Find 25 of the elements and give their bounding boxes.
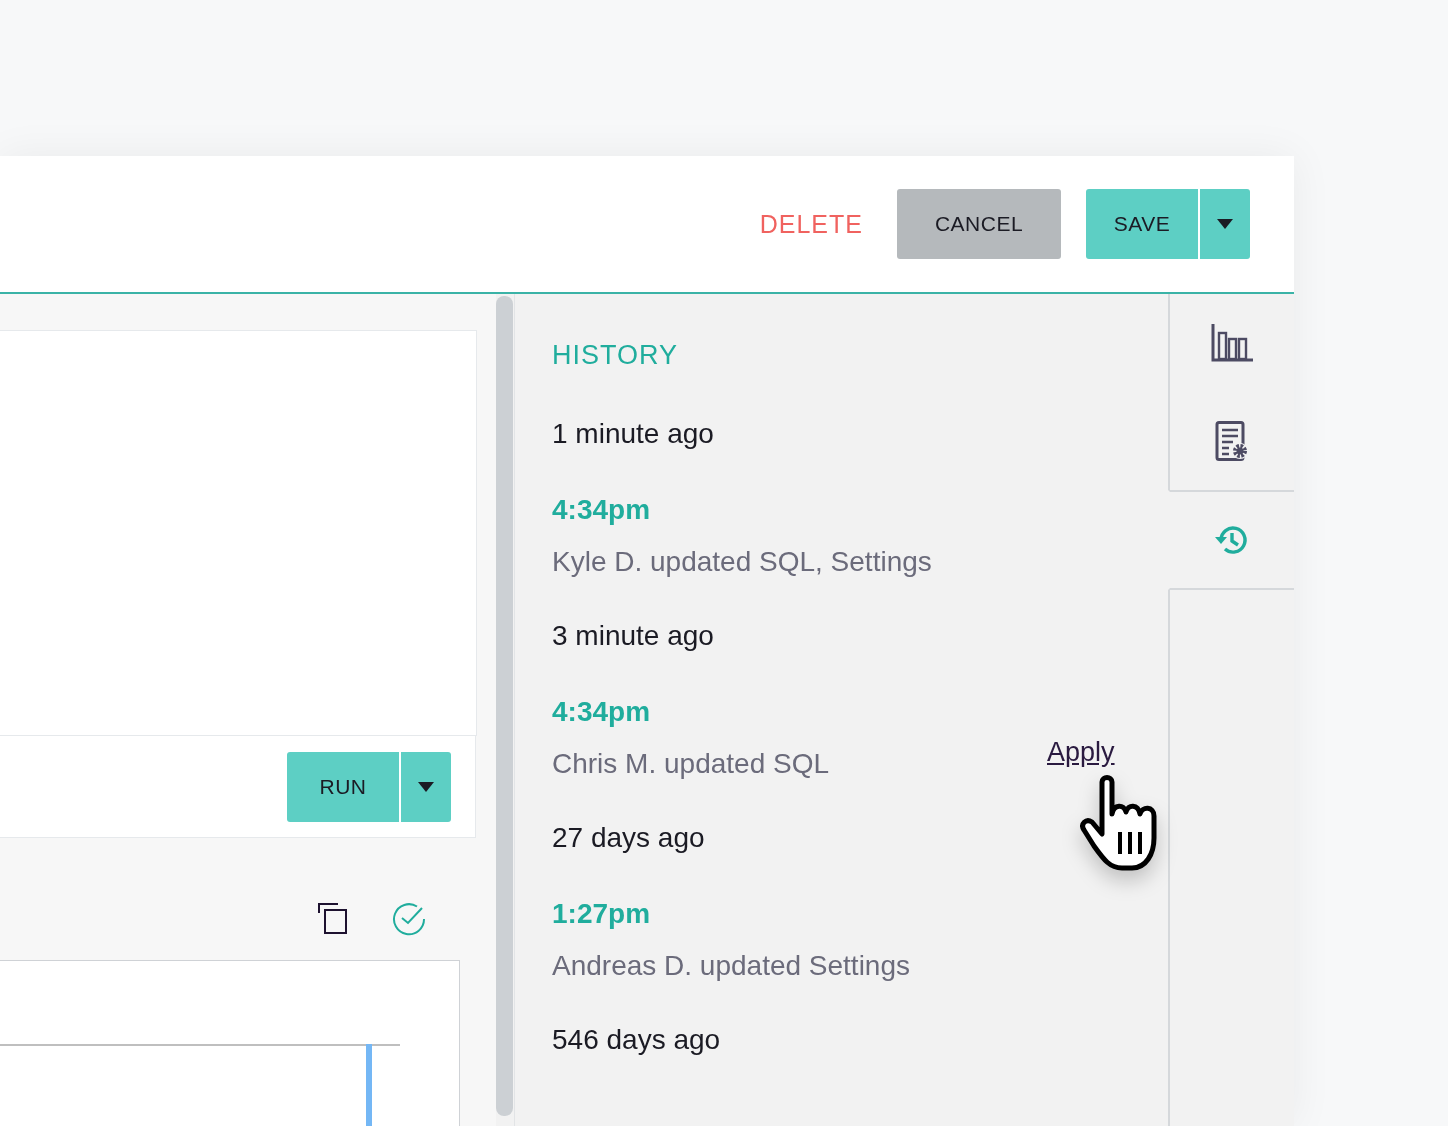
- bar-chart-icon: [1211, 324, 1253, 362]
- save-button[interactable]: SAVE: [1086, 189, 1198, 259]
- check-circle-icon[interactable]: [392, 902, 426, 936]
- history-description: Kyle D. updated SQL, Settings: [552, 546, 933, 578]
- run-menu-button[interactable]: [401, 751, 451, 822]
- caret-icon: [418, 781, 434, 792]
- history-title: HISTORY: [552, 340, 680, 371]
- history-date-label: 546 days ago: [552, 1023, 722, 1057]
- scrollbar-thumb[interactable]: [496, 296, 513, 1116]
- save-menu-button[interactable]: [1200, 189, 1250, 259]
- history-time: 4:34pm: [552, 695, 652, 729]
- document-gear-icon: [1215, 421, 1249, 461]
- history-date-label: 3 minute ago: [552, 619, 715, 653]
- caret-icon: [1217, 219, 1233, 229]
- history-icon: [1215, 524, 1249, 556]
- cancel-button[interactable]: CANCEL: [897, 189, 1061, 259]
- apply-link[interactable]: Apply: [1047, 736, 1115, 768]
- history-time: 4:34pm: [552, 493, 652, 527]
- history-date-label: 1 minute ago: [552, 417, 715, 451]
- history-date-label: 27 days ago: [552, 821, 706, 855]
- copy-icon[interactable]: [318, 903, 348, 935]
- history-description: Chris M. updated SQL: [552, 748, 831, 780]
- run-button[interactable]: RUN: [287, 751, 399, 822]
- history-time: 1:27pm: [552, 897, 652, 931]
- history-description: Andreas D. updated Settings: [552, 950, 911, 982]
